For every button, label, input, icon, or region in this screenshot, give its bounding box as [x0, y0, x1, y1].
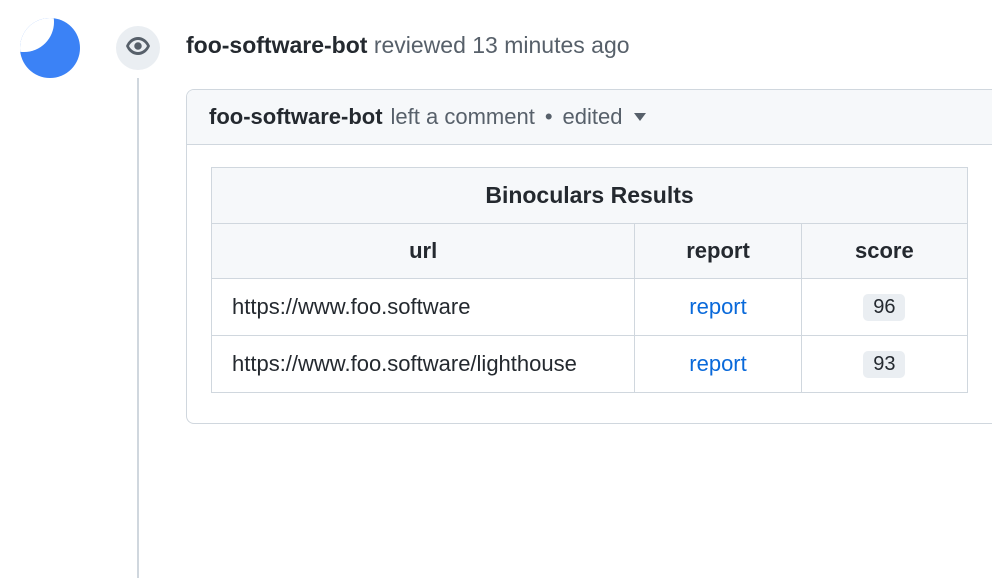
column-header-score: score: [801, 224, 967, 279]
column-header-url: url: [212, 224, 635, 279]
score-badge: 93: [863, 351, 905, 378]
timeline-line: [137, 78, 139, 578]
review-time[interactable]: 13 minutes ago: [472, 32, 629, 58]
score-badge: 96: [863, 294, 905, 321]
edited-label[interactable]: edited: [563, 104, 623, 130]
cell-url: https://www.foo.software/lighthouse: [212, 336, 635, 393]
separator-dot: •: [543, 104, 555, 130]
comment-body: Binoculars Results url report score http…: [187, 145, 992, 423]
review-author[interactable]: foo-software-bot: [186, 32, 367, 58]
comment-header: foo-software-bot left a comment • edited: [187, 90, 992, 145]
table-title: Binoculars Results: [212, 168, 968, 224]
eye-icon: [126, 34, 150, 63]
table-row: https://www.foo.software/lighthouse repo…: [212, 336, 968, 393]
caret-down-icon[interactable]: [634, 113, 646, 121]
comment-author[interactable]: foo-software-bot: [209, 104, 383, 130]
cell-url: https://www.foo.software: [212, 279, 635, 336]
avatar[interactable]: [20, 18, 80, 78]
review-status-badge: [116, 26, 160, 70]
comment-meta-text: left a comment: [391, 104, 535, 130]
comment-box: foo-software-bot left a comment • edited…: [186, 89, 992, 424]
results-table: Binoculars Results url report score http…: [211, 167, 968, 393]
report-link[interactable]: report: [689, 351, 746, 376]
table-row: https://www.foo.software report 96: [212, 279, 968, 336]
review-header: foo-software-bot reviewed 13 minutes ago: [186, 18, 992, 89]
report-link[interactable]: report: [689, 294, 746, 319]
column-header-report: report: [635, 224, 801, 279]
review-action-text: reviewed: [374, 32, 466, 58]
